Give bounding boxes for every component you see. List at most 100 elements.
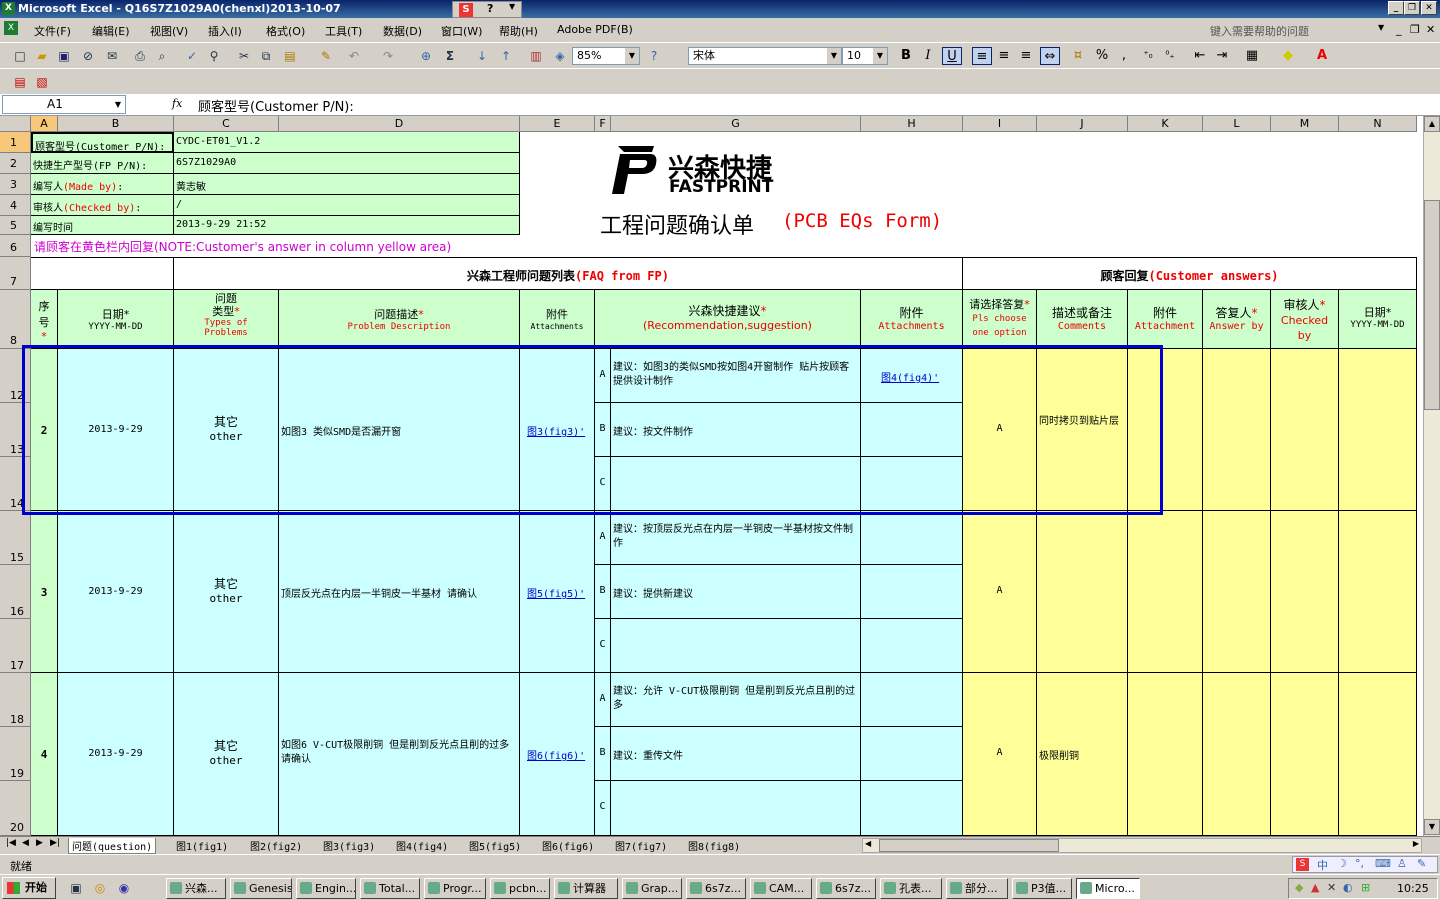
help-icon[interactable]: ? <box>646 48 662 64</box>
row-header-16[interactable]: 16 <box>0 565 31 619</box>
menu-view[interactable]: 视图(V) <box>150 23 188 39</box>
column-header-f[interactable]: F <box>595 116 611 132</box>
minimize-button[interactable]: _ <box>1388 1 1404 15</box>
row-header-19[interactable]: 19 <box>0 727 31 781</box>
option-attachment[interactable] <box>861 781 963 836</box>
help-icon[interactable]: ? <box>487 2 493 15</box>
chevron-down-icon[interactable]: ▼ <box>625 48 639 64</box>
answer-comment[interactable] <box>1037 511 1128 673</box>
close-button[interactable]: ✕ <box>1421 1 1437 15</box>
tray-icon[interactable]: ⊞ <box>1361 881 1370 894</box>
menu-adobe-pdf[interactable]: Adobe PDF(B) <box>557 23 633 36</box>
scroll-up-icon[interactable]: ▲ <box>1424 116 1440 132</box>
chart-wizard-icon[interactable]: ▥ <box>528 48 544 64</box>
currency-icon[interactable]: ¤ <box>1068 47 1088 65</box>
copy-icon[interactable]: ⧉ <box>258 48 274 64</box>
tab-fig5[interactable]: 图5(fig5) <box>469 838 521 853</box>
tab-fig7[interactable]: 图7(fig7) <box>615 838 667 853</box>
sort-ascending-icon[interactable]: ↓ <box>474 48 490 64</box>
help-search-input[interactable]: 键入需要帮助的问题 <box>1210 23 1309 39</box>
option-attachment[interactable] <box>861 565 963 619</box>
email-icon[interactable]: ✉ <box>104 48 120 64</box>
font-size-select[interactable]: 10 ▼ <box>842 47 888 65</box>
column-header-c[interactable]: C <box>174 116 279 132</box>
menu-tools[interactable]: 工具(T) <box>325 23 362 39</box>
answer-choice[interactable]: A <box>963 673 1037 836</box>
row-header-4[interactable]: 4 <box>0 195 31 216</box>
task-button[interactable]: 孔表... <box>880 878 942 899</box>
option-key[interactable]: B <box>595 565 611 619</box>
chinese-mode-icon[interactable]: 中 <box>1317 857 1328 873</box>
tab-fig2[interactable]: 图2(fig2) <box>250 838 302 853</box>
vertical-scrollbar[interactable]: ▲ ▼ <box>1423 116 1440 836</box>
task-button[interactable]: 兴森... <box>166 878 226 899</box>
decrease-decimal-icon[interactable]: ⁰₊ <box>1160 47 1180 65</box>
chevron-down-icon[interactable]: ▼ <box>509 2 515 11</box>
format-painter-icon[interactable]: ✎ <box>318 48 334 64</box>
cut-icon[interactable]: ✂ <box>236 48 252 64</box>
option-key[interactable]: C <box>595 781 611 836</box>
answer-date[interactable] <box>1339 673 1417 836</box>
workbook-icon[interactable]: X <box>4 21 18 35</box>
header-comments[interactable]: 描述或备注 Comments <box>1037 290 1128 349</box>
option-attachment[interactable] <box>861 511 963 565</box>
tab-fig6[interactable]: 图6(fig6) <box>542 838 594 853</box>
header-recommendation[interactable]: 兴森快捷建议* (Recommendation,suggestion) <box>595 290 861 349</box>
formula-input[interactable]: 顾客型号(Customer P/N): <box>198 96 354 115</box>
comma-button[interactable]: , <box>1114 47 1134 65</box>
insert-function-icon[interactable]: fx <box>172 97 182 110</box>
open-icon[interactable]: ▰ <box>34 48 50 64</box>
column-header-b[interactable]: B <box>58 116 174 132</box>
column-header-e[interactable]: E <box>520 116 595 132</box>
redo-icon[interactable]: ↷ <box>380 48 396 64</box>
increase-indent-icon[interactable]: ⇥ <box>1212 47 1232 65</box>
row-header-17[interactable]: 17 <box>0 619 31 673</box>
answer-checked-by[interactable] <box>1271 673 1339 836</box>
header-answer-by[interactable]: 答复人* Answer by <box>1203 290 1271 349</box>
option-text[interactable]: 建议：提供新建议 <box>611 565 861 619</box>
sogou-icon[interactable]: S <box>459 3 473 17</box>
issue-type[interactable]: 其它 other <box>174 673 279 836</box>
task-button[interactable]: Engin... <box>296 878 356 899</box>
menu-file[interactable]: 文件(F) <box>34 23 71 39</box>
row-header-2[interactable]: 2 <box>0 153 31 174</box>
issue-seq[interactable]: 4 <box>31 673 58 836</box>
issue-description[interactable]: 如图6 V-CUT极限削铜 但是削到反光点且削的过多 请确认 <box>279 673 520 836</box>
answer-date[interactable] <box>1339 349 1417 511</box>
wrench-icon[interactable]: ✎ <box>1417 857 1426 870</box>
row-header-5[interactable]: 5 <box>0 216 31 235</box>
option-text[interactable] <box>611 619 861 673</box>
issue-date[interactable]: 2013-9-29 <box>58 511 174 673</box>
issue-date[interactable]: 2013-9-29 <box>58 673 174 836</box>
answer-comment[interactable]: 极限削铜 <box>1037 673 1128 836</box>
option-key[interactable]: B <box>595 727 611 781</box>
doc-minimize-button[interactable]: _ <box>1396 23 1402 36</box>
option-key[interactable]: A <box>595 511 611 565</box>
first-sheet-icon[interactable]: |◀ <box>6 838 16 848</box>
row-header-8[interactable]: 8 <box>0 290 31 349</box>
answer-date[interactable] <box>1339 511 1417 673</box>
cell-checked-by-value[interactable]: / <box>174 195 520 216</box>
horizontal-scroll-thumb[interactable] <box>879 839 1059 852</box>
task-button[interactable]: Genesis <box>230 878 292 899</box>
task-button[interactable]: 部分... <box>946 878 1008 899</box>
tray-icon[interactable]: ◆ <box>1295 881 1303 894</box>
column-header-a[interactable]: A <box>31 116 58 132</box>
option-attachment[interactable] <box>861 673 963 727</box>
chevron-down-icon[interactable]: ▼ <box>115 96 121 113</box>
sort-descending-icon[interactable]: ↑ <box>498 48 514 64</box>
doc-close-button[interactable]: ✕ <box>1426 23 1435 36</box>
scroll-thumb[interactable] <box>1424 200 1440 410</box>
cell-checked-by-label[interactable]: 审核人(Checked by): <box>31 195 174 216</box>
issue-attachment[interactable]: 图6(fig6)' <box>520 673 595 836</box>
cell-fp-pn-label[interactable]: 快捷生产型号(FP P/N): <box>31 153 174 174</box>
underline-button[interactable]: U <box>942 47 962 65</box>
option-text[interactable]: 建议：允许 V-CUT极限削铜 但是削到反光点且削的过多 <box>611 673 861 727</box>
worksheet-grid[interactable]: A B C D E F G H I J K L M N 1 2 3 4 5 6 … <box>0 116 1423 836</box>
tab-fig3[interactable]: 图3(fig3) <box>323 838 375 853</box>
cell-date-label[interactable]: 编写时间 <box>31 216 174 235</box>
column-header-g[interactable]: G <box>611 116 861 132</box>
menu-window[interactable]: 窗口(W) <box>441 23 482 39</box>
task-button[interactable]: P3值... <box>1012 878 1072 899</box>
user-icon[interactable]: ♙ <box>1397 857 1407 870</box>
